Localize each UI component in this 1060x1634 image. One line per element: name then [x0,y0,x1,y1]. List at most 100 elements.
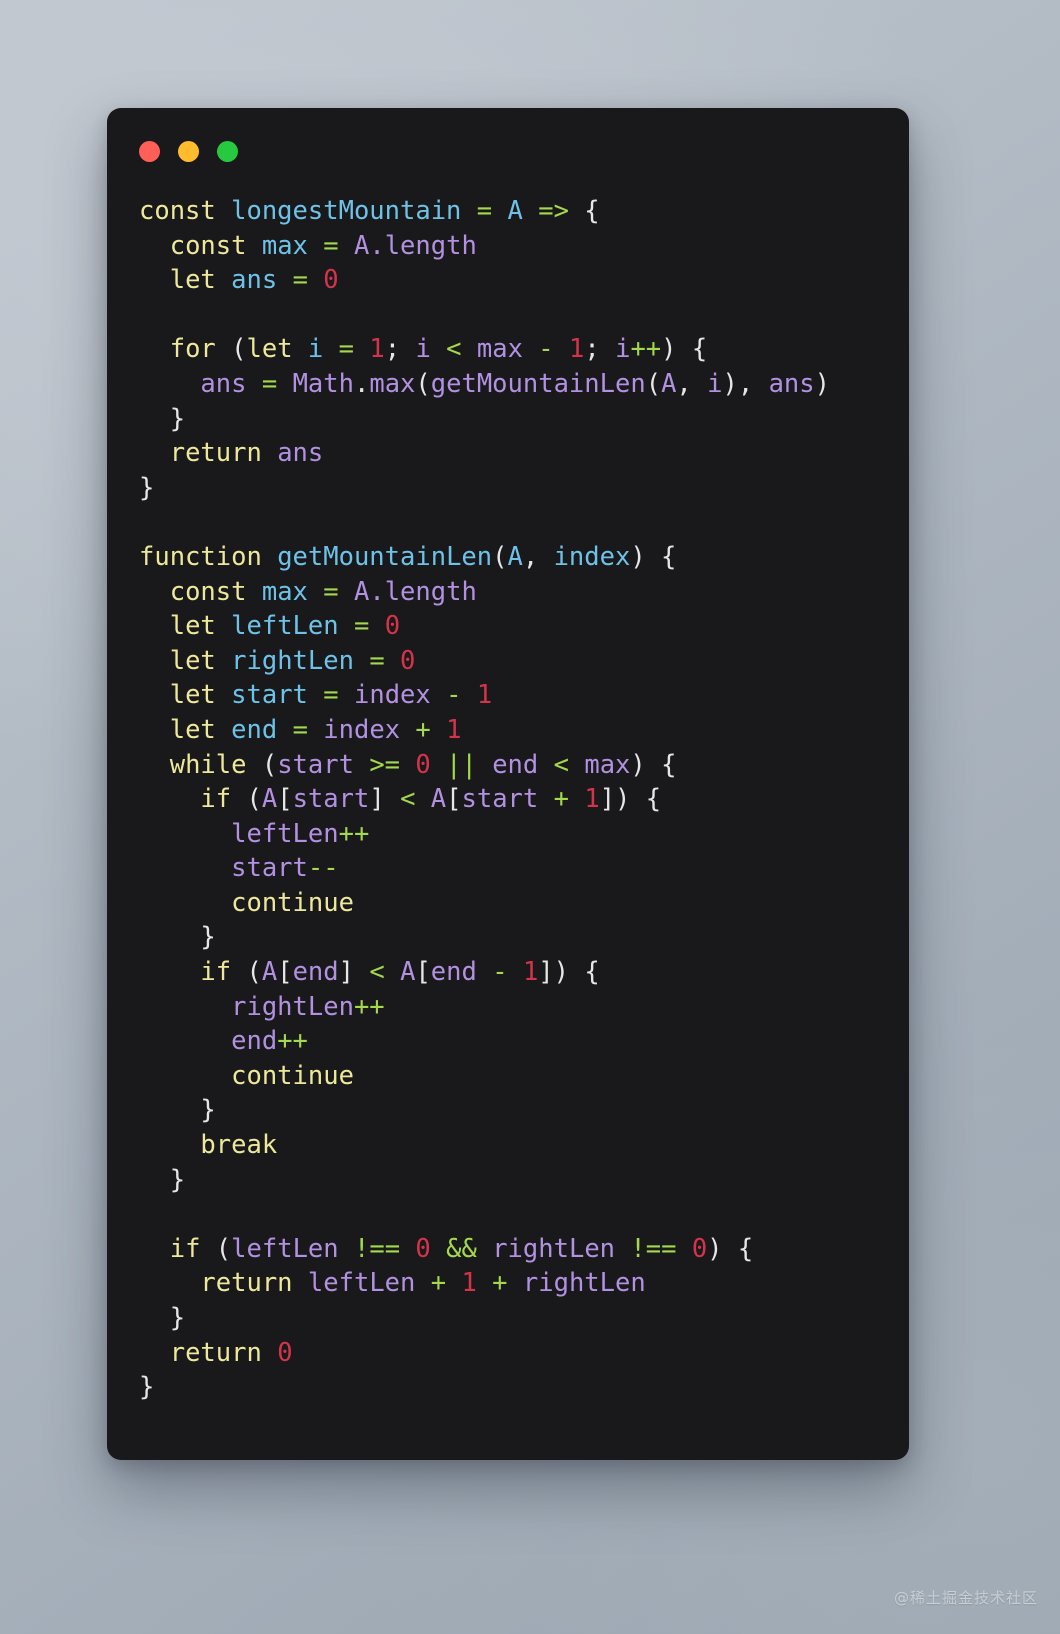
code-line: start-- [139,851,909,886]
code-token: ans [231,265,278,296]
code-token: ( [215,334,247,365]
code-token: start [231,680,308,711]
code-line: let start = index - 1 [139,678,909,713]
code-token: A [400,957,416,988]
code-token: let [169,714,216,745]
code-token: end [231,1026,278,1057]
code-token: < [446,334,462,365]
code-token: ] [369,784,385,815]
code-token: , [676,368,708,399]
code-token: ( [231,784,262,815]
code-token: if [169,1233,201,1264]
code-token: continue [231,887,354,918]
code-token: A [261,957,278,988]
code-token: for [169,334,216,365]
code-token: [ [277,957,293,988]
code-token: ans [200,368,247,399]
code-token: !== [630,1233,677,1264]
code-token: 1 [522,957,539,988]
code-token: ]) { [538,957,600,988]
window-titlebar [107,108,909,194]
code-token: 0 [415,1233,431,1264]
code-token: 1 [584,784,600,815]
code-token: A [661,368,677,399]
code-line: return ans [139,436,909,471]
code-token: i [707,368,723,399]
code-line: const max = A.length [139,229,909,264]
code-token: index [323,714,401,745]
code-token: let [169,611,216,642]
code-token: const [169,230,247,261]
code-token: || [446,749,477,780]
code-token: let [246,334,293,365]
minimize-window-button[interactable] [178,140,199,162]
screenshot-stage: const longestMountain = A => { const max… [0,0,1060,1634]
code-token: [ [446,784,462,815]
code-token: getMountainLen [430,368,646,399]
source-code[interactable]: const longestMountain = A => { const max… [139,194,909,1405]
code-token: ; [584,334,616,365]
watermark-label: @稀土掘金技术社区 [893,1589,1038,1607]
code-token: } [139,1303,186,1333]
code-token: A.length [353,576,477,607]
code-token: A.length [353,230,477,261]
code-token: i [307,334,324,365]
code-token: end [492,749,539,780]
code-token: while [169,749,247,780]
code-line: let ans = 0 [139,263,909,298]
code-line: for (let i = 1; i < max - 1; i++) { [139,332,909,367]
code-token: return [200,1268,293,1299]
code-line: if (leftLen !== 0 && rightLen !== 0) { [139,1232,909,1267]
code-token: ; [384,334,416,365]
code-token: ++ [277,1026,308,1057]
code-token: = [338,334,354,365]
maximize-window-button[interactable] [217,140,238,162]
code-token: ) { [630,541,677,572]
code-line: } [139,471,909,506]
close-window-button[interactable] [139,140,160,162]
code-token: i [415,334,431,365]
code-editor-area[interactable]: const longestMountain = A => { const max… [107,194,909,1460]
code-line: } [139,402,909,437]
code-token: && [446,1233,477,1264]
code-token: const [169,576,247,607]
code-line: } [139,920,909,955]
code-token: return [169,1337,262,1368]
code-token: continue [231,1060,354,1091]
code-token: getMountainLen [277,541,493,572]
code-window: const longestMountain = A => { const max… [107,108,909,1460]
code-line: if (A[end] < A[end - 1]) { [139,955,909,990]
code-token: - [492,957,508,988]
code-token: ans [768,368,815,399]
code-token: ), [722,368,769,399]
code-token: < [369,957,385,988]
